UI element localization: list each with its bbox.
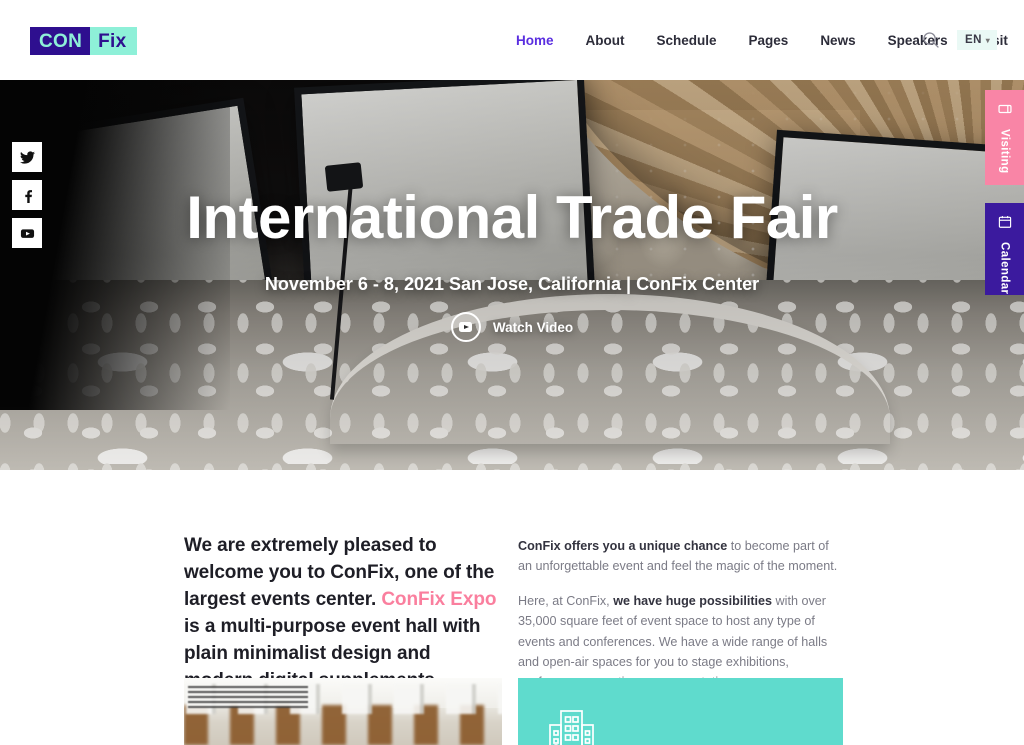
calendar-icon bbox=[998, 215, 1012, 234]
logo-text-fix: Fix bbox=[90, 27, 138, 55]
nav-item-home[interactable]: Home bbox=[500, 33, 570, 48]
site-header: CON Fix Home About Schedule Pages News S… bbox=[0, 0, 1024, 80]
youtube-icon[interactable] bbox=[12, 218, 42, 248]
site-logo[interactable]: CON Fix bbox=[30, 27, 138, 55]
twitter-icon[interactable] bbox=[12, 142, 42, 172]
play-icon bbox=[450, 312, 481, 342]
feature-card-teal[interactable] bbox=[518, 678, 843, 745]
nav-item-schedule[interactable]: Schedule bbox=[641, 33, 733, 48]
social-links bbox=[12, 142, 42, 248]
hero-content: International Trade Fair November 6 - 8,… bbox=[0, 80, 1024, 470]
building-icon bbox=[546, 705, 598, 745]
chevron-down-icon: ▾ bbox=[985, 35, 991, 45]
about-paragraph-2-bold: we have huge possibilities bbox=[613, 593, 773, 608]
main-navigation: Home About Schedule Pages News Speakers … bbox=[500, 0, 1024, 80]
side-tab-calendar-label: Calendar bbox=[998, 242, 1011, 295]
logo-text-con: CON bbox=[30, 27, 91, 55]
about-headline: We are extremely pleased to welcome you … bbox=[184, 533, 502, 695]
hero-section: International Trade Fair November 6 - 8,… bbox=[0, 80, 1024, 470]
nav-item-about[interactable]: About bbox=[570, 33, 641, 48]
side-tab-visiting[interactable]: Visiting bbox=[985, 90, 1024, 185]
about-section: We are extremely pleased to welcome you … bbox=[0, 470, 1024, 745]
side-tab-calendar[interactable]: Calendar bbox=[985, 203, 1024, 295]
watch-video-button[interactable]: Watch Video bbox=[0, 312, 1024, 342]
venue-photo-card[interactable] bbox=[184, 678, 502, 745]
about-headline-highlight: ConFix Expo bbox=[381, 588, 497, 610]
hero-title: International Trade Fair bbox=[186, 184, 838, 251]
side-tab-visiting-label: Visiting bbox=[998, 129, 1011, 174]
about-paragraph-1: ConFix offers you a unique chance to bec… bbox=[518, 536, 843, 577]
watch-video-label: Watch Video bbox=[492, 319, 574, 335]
language-selector[interactable]: EN ▾ bbox=[957, 30, 998, 50]
about-paragraph-2-lead: Here, at ConFix, bbox=[518, 593, 614, 608]
ticket-icon bbox=[997, 102, 1012, 121]
about-paragraph-2-rest: with over 35,000 square feet of event sp… bbox=[518, 593, 828, 690]
language-value: EN bbox=[965, 34, 982, 46]
facebook-icon[interactable] bbox=[12, 180, 42, 210]
about-paragraph-1-bold: ConFix offers you a unique chance bbox=[518, 539, 728, 553]
nav-item-pages[interactable]: Pages bbox=[733, 33, 805, 48]
search-icon[interactable] bbox=[918, 27, 944, 53]
page-root: CON Fix Home About Schedule Pages News S… bbox=[0, 0, 1024, 745]
hero-subtitle: November 6 - 8, 2021 San Jose, Californi… bbox=[264, 274, 760, 294]
nav-item-news[interactable]: News bbox=[804, 33, 871, 48]
